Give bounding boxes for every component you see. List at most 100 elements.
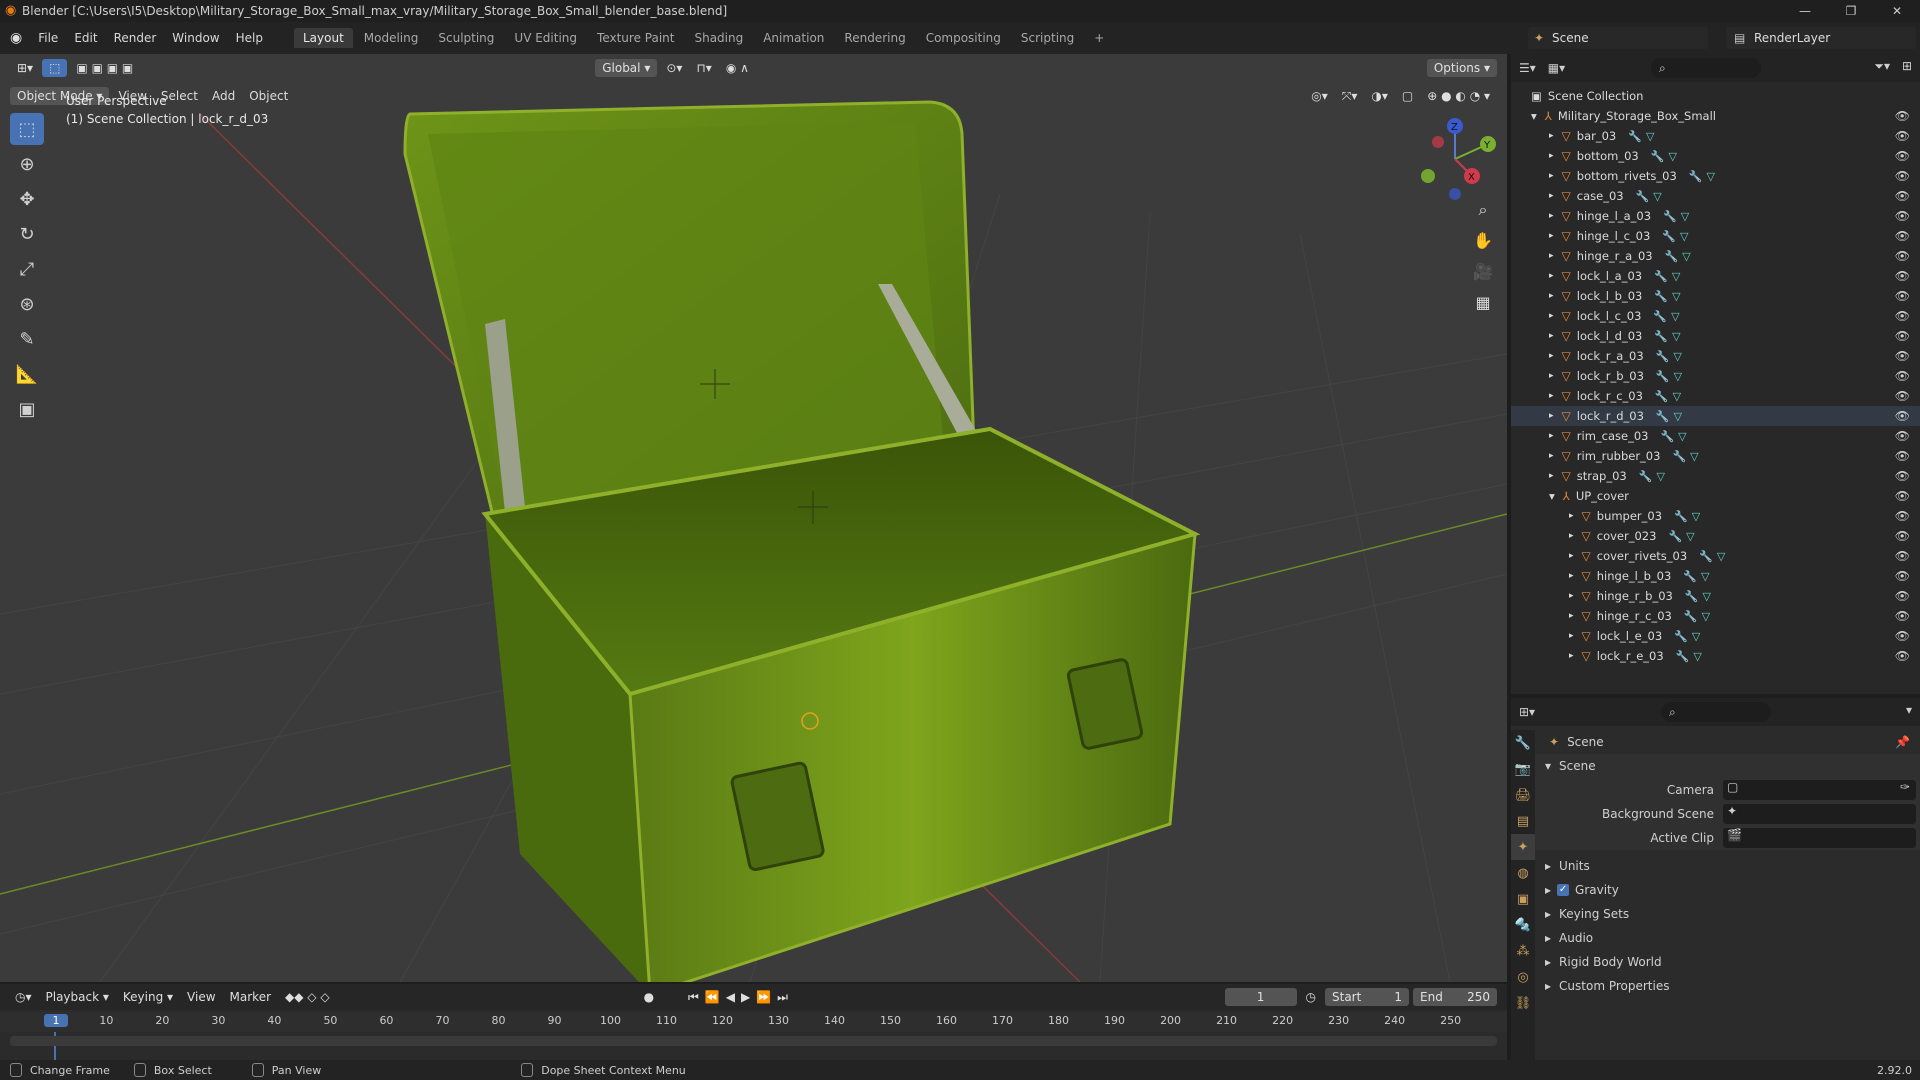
background-scene-field[interactable]: ✦ <box>1723 804 1916 824</box>
keying-menu[interactable]: Keying ▾ <box>116 988 180 1006</box>
visibility-eye-icon[interactable]: 👁 <box>1895 589 1910 603</box>
outliner-object-row[interactable]: ▸ ▽ lock_r_e_03 🔧 ▽ 👁 <box>1511 646 1920 666</box>
outliner-scene-collection[interactable]: ▣ Scene Collection <box>1511 86 1920 106</box>
minimize-button[interactable]: — <box>1782 0 1828 22</box>
maximize-button[interactable]: ❐ <box>1828 0 1874 22</box>
timeline-ruler[interactable]: 1 10 20 30 40 50 60 70 80 90 100 110 120 130 140 150 160… <box>0 1012 1507 1060</box>
visibility-eye-icon[interactable]: 👁 <box>1895 149 1910 163</box>
outliner-object-row[interactable]: ▸ ▽ hinge_l_a_03 🔧 ▽ 👁 <box>1511 206 1920 226</box>
menu-file[interactable]: File <box>30 31 66 45</box>
display-mode-icon[interactable]: ▦▾ <box>1548 61 1565 75</box>
keyframe-icons[interactable]: ◆◆ ◇ ◇ <box>278 988 337 1006</box>
visibility-eye-icon[interactable]: 👁 <box>1895 529 1910 543</box>
select-mode-icons[interactable]: ▣ ▣ ▣ ▣ <box>69 59 140 77</box>
visibility-eye-icon[interactable]: 👁 <box>1895 109 1910 123</box>
object-tab-icon[interactable]: ▣ <box>1511 886 1535 912</box>
outliner-object-row[interactable]: ▸ ▽ lock_l_b_03 🔧 ▽ 👁 <box>1511 286 1920 306</box>
expand-arrow-icon[interactable]: ▾ <box>1549 489 1555 503</box>
expand-arrow-icon[interactable]: ▸ <box>1549 371 1554 381</box>
visibility-eye-icon[interactable]: 👁 <box>1895 409 1910 423</box>
visibility-eye-icon[interactable]: 👁 <box>1895 289 1910 303</box>
select-box-tool[interactable]: ⬚ <box>10 113 44 145</box>
visibility-eye-icon[interactable]: 👁 <box>1895 369 1910 383</box>
outliner-object-row[interactable]: ▸ ▽ case_03 🔧 ▽ 👁 <box>1511 186 1920 206</box>
render-tab-icon[interactable]: 📷 <box>1511 756 1535 782</box>
select-tool-button[interactable]: ⬚ <box>42 59 68 77</box>
tab-sculpting[interactable]: Sculpting <box>429 28 503 48</box>
tab-animation[interactable]: Animation <box>754 28 833 48</box>
navigation-gizmo[interactable]: Z Y X <box>1410 114 1500 204</box>
timeline-editor-icon[interactable]: ◷▾ <box>8 988 39 1006</box>
rigid-body-world-section[interactable]: ▸ Rigid Body World <box>1535 950 1920 974</box>
tab-layout[interactable]: Layout <box>293 28 353 48</box>
tab-compositing[interactable]: Compositing <box>917 28 1010 48</box>
pan-hand-icon[interactable]: ✋ <box>1468 225 1498 256</box>
transform-tool[interactable]: ⊛ <box>10 288 44 320</box>
outliner-object-row[interactable]: ▸ ▽ lock_l_d_03 🔧 ▽ 👁 <box>1511 326 1920 346</box>
outliner-object-row[interactable]: ▸ ▽ hinge_l_c_03 🔧 ▽ 👁 <box>1511 226 1920 246</box>
expand-arrow-icon[interactable]: ▸ <box>1549 331 1554 341</box>
ortho-grid-icon[interactable]: ▦ <box>1468 287 1498 318</box>
audio-section[interactable]: ▸ Audio <box>1535 926 1920 950</box>
properties-editor-icon[interactable]: ⊞▾ <box>1519 705 1535 719</box>
outliner-object-row[interactable]: ▸ ▽ rim_case_03 🔧 ▽ 👁 <box>1511 426 1920 446</box>
expand-arrow-icon[interactable]: ▸ <box>1549 471 1554 481</box>
expand-arrow-icon[interactable]: ▸ <box>1569 571 1574 581</box>
properties-options-icon[interactable]: ▾ <box>1906 703 1912 717</box>
outliner-object-row[interactable]: ▸ ▽ lock_l_e_03 🔧 ▽ 👁 <box>1511 626 1920 646</box>
current-frame-field[interactable]: 1 <box>1224 988 1297 1006</box>
overlay-toggle-icon[interactable]: ◑▾ <box>1364 87 1395 105</box>
visibility-eye-icon[interactable]: 👁 <box>1895 129 1910 143</box>
visibility-eye-icon[interactable]: 👁 <box>1895 229 1910 243</box>
measure-tool[interactable]: 📐 <box>10 358 44 390</box>
eyedropper-icon[interactable]: ✑ <box>1900 780 1910 794</box>
outliner-object-row[interactable]: ▸ ▽ lock_l_a_03 🔧 ▽ 👁 <box>1511 266 1920 286</box>
rotate-tool[interactable]: ↻ <box>10 218 44 250</box>
new-collection-icon[interactable]: ⊞ <box>1902 59 1912 73</box>
menu-edit[interactable]: Edit <box>66 31 105 45</box>
outliner-object-row[interactable]: ▸ ▽ lock_r_d_03 🔧 ▽ 👁 <box>1511 406 1920 426</box>
tab-uv-editing[interactable]: UV Editing <box>505 28 586 48</box>
visibility-eye-icon[interactable]: 👁 <box>1895 189 1910 203</box>
close-button[interactable]: ✕ <box>1874 0 1920 22</box>
pivot-icon[interactable]: ⊙▾ <box>659 59 689 77</box>
expand-arrow-icon[interactable]: ▸ <box>1549 431 1554 441</box>
custom-properties-section[interactable]: ▸ Custom Properties <box>1535 974 1920 998</box>
visibility-eye-icon[interactable]: 👁 <box>1895 569 1910 583</box>
expand-arrow-icon[interactable]: ▸ <box>1569 631 1574 641</box>
playback-controls[interactable]: ⏮⏪◀▶⏩⏭ <box>681 988 801 1007</box>
visibility-eye-icon[interactable]: 👁 <box>1895 489 1910 503</box>
scene-panel-header[interactable]: ▾ Scene <box>1535 754 1920 778</box>
view-layer-tab-icon[interactable]: ▤ <box>1511 808 1535 834</box>
camera-field[interactable]: ▢ ✑ <box>1723 780 1916 800</box>
visibility-eye-icon[interactable]: 👁 <box>1895 269 1910 283</box>
outliner-object-row[interactable]: ▸ ▽ lock_r_b_03 🔧 ▽ 👁 <box>1511 366 1920 386</box>
options-dropdown[interactable]: Options ▾ <box>1426 59 1497 77</box>
scale-tool[interactable]: ⤢ <box>10 253 44 285</box>
outliner-search-input[interactable]: ⌕ <box>1651 58 1761 78</box>
visibility-eye-icon[interactable]: 👁 <box>1895 389 1910 403</box>
visibility-eye-icon[interactable]: 👁 <box>1895 549 1910 563</box>
menu-render[interactable]: Render <box>106 31 165 45</box>
tab-scripting[interactable]: Scripting <box>1012 28 1083 48</box>
outliner-object-row[interactable]: ▸ ▽ bottom_rivets_03 🔧 ▽ 👁 <box>1511 166 1920 186</box>
outliner-object-row[interactable]: ▸ ▽ cover_023 🔧 ▽ 👁 <box>1511 526 1920 546</box>
expand-arrow-icon[interactable]: ▸ <box>1569 511 1574 521</box>
preview-range-icon[interactable]: ◷ <box>1299 988 1323 1006</box>
outliner-object-row[interactable]: ▸ ▽ bar_03 🔧 ▽ 👁 <box>1511 126 1920 146</box>
properties-search-input[interactable]: ⌕ <box>1661 702 1771 722</box>
start-frame-field[interactable]: Start 1 <box>1325 988 1409 1006</box>
tab-modeling[interactable]: Modeling <box>355 28 428 48</box>
visibility-eye-icon[interactable]: 👁 <box>1895 469 1910 483</box>
visibility-eye-icon[interactable]: 👁 <box>1895 629 1910 643</box>
expand-arrow-icon[interactable]: ▸ <box>1549 451 1554 461</box>
gravity-checkbox[interactable]: ✓ <box>1557 884 1570 896</box>
transform-orientation[interactable]: Global ▾ <box>595 59 658 77</box>
visibility-eye-icon[interactable]: 👁 <box>1895 349 1910 363</box>
constraints-tab-icon[interactable]: ⛓ <box>1511 990 1535 1016</box>
shading-mode-icons[interactable]: ⊕ ● ◐ ◔ ▾ <box>1420 87 1497 105</box>
visibility-eye-icon[interactable]: 👁 <box>1895 329 1910 343</box>
visibility-eye-icon[interactable]: 👁 <box>1895 649 1910 663</box>
scene-tab-icon[interactable]: ✦ <box>1511 834 1535 860</box>
tab-rendering[interactable]: Rendering <box>835 28 914 48</box>
